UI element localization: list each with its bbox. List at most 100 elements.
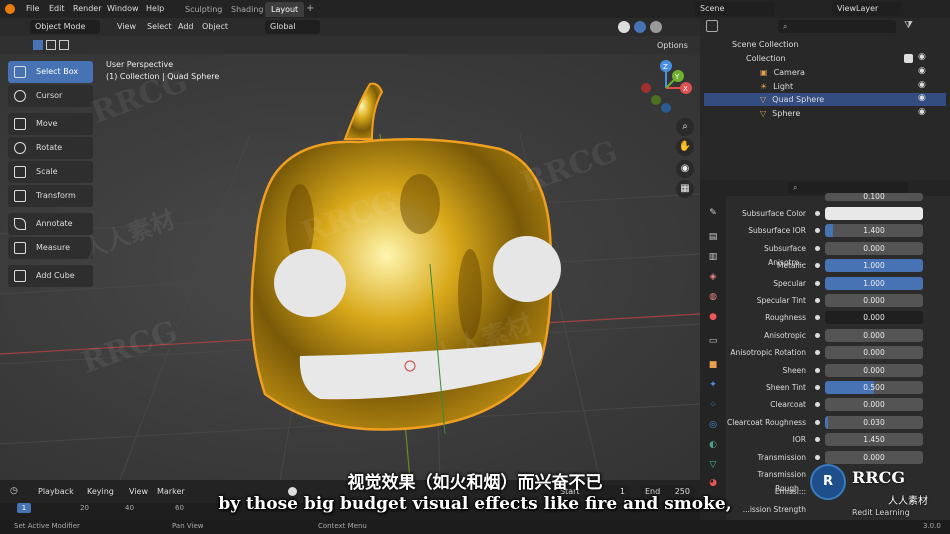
keyframe-dot-icon[interactable] (815, 211, 820, 216)
menu-view[interactable]: View (112, 20, 141, 34)
tool-move[interactable]: Move (8, 113, 93, 135)
scene-selector[interactable]: Scene (695, 2, 775, 16)
property-field[interactable]: 0.030 (825, 416, 923, 429)
visibility-eye-icon[interactable]: ◉ (918, 52, 926, 62)
blender-logo-icon[interactable] (5, 4, 15, 14)
ortho-grid-icon[interactable]: ▦ (676, 180, 694, 198)
filter-icon[interactable]: ⧩ (904, 20, 913, 31)
menu-render[interactable]: Render (69, 3, 105, 15)
pan-hand-icon[interactable]: ✋ (676, 138, 694, 156)
status-hint-pan: Pan View (172, 522, 204, 530)
constraints-tab-icon[interactable]: ◐ (706, 438, 720, 452)
menu-edit[interactable]: Edit (45, 3, 69, 15)
camera-view-icon[interactable]: ◉ (676, 160, 694, 178)
property-value: 1.400 (863, 226, 885, 235)
select-mode-icon[interactable] (33, 40, 43, 50)
property-label: Sheen (782, 366, 807, 375)
outliner-editor-icon[interactable] (706, 20, 718, 32)
particles-tab-icon[interactable]: ⁘ (706, 398, 720, 412)
keyframe-dot-icon[interactable] (815, 437, 820, 442)
output-tab-icon[interactable]: ▥ (706, 250, 720, 264)
object-tab-icon[interactable]: ■ (706, 358, 720, 372)
select-subtract-icon[interactable] (59, 40, 69, 50)
top-partial-field[interactable]: 0.100 (825, 193, 923, 201)
keyframe-dot-icon[interactable] (815, 402, 820, 407)
tool-transform[interactable]: Transform (8, 185, 93, 207)
tool-add-cube[interactable]: Add Cube (8, 265, 93, 287)
visibility-eye-icon[interactable]: ◉ (918, 93, 926, 103)
shading-rendered-icon[interactable] (650, 21, 662, 33)
property-field[interactable]: 0.000 (825, 311, 923, 324)
add-workspace-icon[interactable]: + (306, 3, 314, 14)
shading-solid-icon[interactable] (618, 21, 630, 33)
keyframe-dot-icon[interactable] (815, 368, 820, 373)
property-field[interactable] (825, 207, 923, 220)
tab-shading[interactable]: Shading (225, 2, 270, 17)
render-tab-icon[interactable]: ▤ (706, 230, 720, 244)
menu-add[interactable]: Add (173, 20, 199, 34)
outliner-search-input[interactable]: ⌕ (778, 20, 896, 33)
property-value: 0.000 (863, 331, 885, 340)
keyframe-dot-icon[interactable] (815, 455, 820, 460)
menu-select[interactable]: Select (142, 20, 177, 34)
view-layer-tab-icon[interactable]: ◈ (706, 270, 720, 284)
visibility-eye-icon[interactable]: ◉ (918, 80, 926, 90)
collection-checkbox[interactable] (904, 54, 913, 63)
property-value: 1.450 (863, 435, 885, 444)
keyframe-dot-icon[interactable] (815, 298, 820, 303)
tab-sculpting[interactable]: Sculpting (179, 2, 228, 17)
world-tab-icon[interactable]: ● (706, 310, 720, 324)
outliner-item-sphere[interactable]: ▽ Sphere (704, 107, 946, 120)
tool-cursor[interactable]: Cursor (8, 85, 93, 107)
left-eye (274, 249, 346, 317)
select-extend-icon[interactable] (46, 40, 56, 50)
shading-material-icon[interactable] (634, 21, 646, 33)
keyframe-dot-icon[interactable] (815, 228, 820, 233)
property-field[interactable]: 1.000 (825, 277, 923, 290)
view-layer-selector[interactable]: ViewLayer (832, 2, 902, 16)
property-field[interactable]: 1.400 (825, 224, 923, 237)
property-field[interactable]: 0.000 (825, 329, 923, 342)
visibility-eye-icon[interactable]: ◉ (918, 66, 926, 76)
keyframe-dot-icon[interactable] (815, 281, 820, 286)
keyframe-dot-icon[interactable] (815, 420, 820, 425)
menu-window[interactable]: Window (103, 3, 143, 15)
property-field[interactable]: 0.000 (825, 398, 923, 411)
tab-layout[interactable]: Layout (265, 2, 305, 17)
outliner-scene-collection[interactable]: Scene Collection (704, 38, 946, 51)
keyframe-dot-icon[interactable] (815, 246, 820, 251)
outliner-item-quad-sphere[interactable]: ▽ Quad Sphere (704, 93, 946, 106)
property-field[interactable]: 0.000 (825, 451, 923, 464)
tool-scale[interactable]: Scale (8, 161, 93, 183)
property-field[interactable]: 0.500 (825, 381, 923, 394)
keyframe-dot-icon[interactable] (815, 315, 820, 320)
mode-selector[interactable]: Object Mode (30, 20, 100, 34)
keyframe-dot-icon[interactable] (815, 333, 820, 338)
tool-select-box[interactable]: Select Box (8, 61, 93, 83)
visibility-eye-icon[interactable]: ◉ (918, 107, 926, 117)
property-field[interactable]: 0.000 (825, 294, 923, 307)
collection-tab-icon[interactable]: ▭ (706, 334, 720, 348)
menu-help[interactable]: Help (142, 3, 168, 15)
menu-file[interactable]: File (22, 3, 43, 15)
transform-orientation[interactable]: Global (265, 20, 320, 34)
property-field[interactable]: 0.000 (825, 242, 923, 255)
physics-tab-icon[interactable]: ◎ (706, 418, 720, 432)
property-field[interactable]: 0.000 (825, 346, 923, 359)
keyframe-dot-icon[interactable] (815, 385, 820, 390)
tool-rotate[interactable]: Rotate (8, 137, 93, 159)
outliner-item-light[interactable]: ☀ Light (704, 80, 946, 93)
keyframe-dot-icon[interactable] (815, 263, 820, 268)
options-button[interactable]: Options (652, 39, 693, 53)
property-field[interactable]: 1.450 (825, 433, 923, 446)
property-field[interactable]: 0.000 (825, 364, 923, 377)
menu-object[interactable]: Object (197, 20, 233, 34)
scene-tab-icon[interactable]: ◍ (706, 290, 720, 304)
property-field[interactable]: 1.000 (825, 259, 923, 272)
outliner-item-camera[interactable]: ▣ Camera (704, 66, 946, 79)
navigation-gizmo[interactable]: Z X Y (636, 58, 696, 118)
zoom-icon[interactable]: ⌕ (676, 118, 694, 136)
tool-tab-icon[interactable]: ✎ (706, 206, 720, 220)
keyframe-dot-icon[interactable] (815, 350, 820, 355)
modifier-tab-icon[interactable]: ✦ (706, 378, 720, 392)
